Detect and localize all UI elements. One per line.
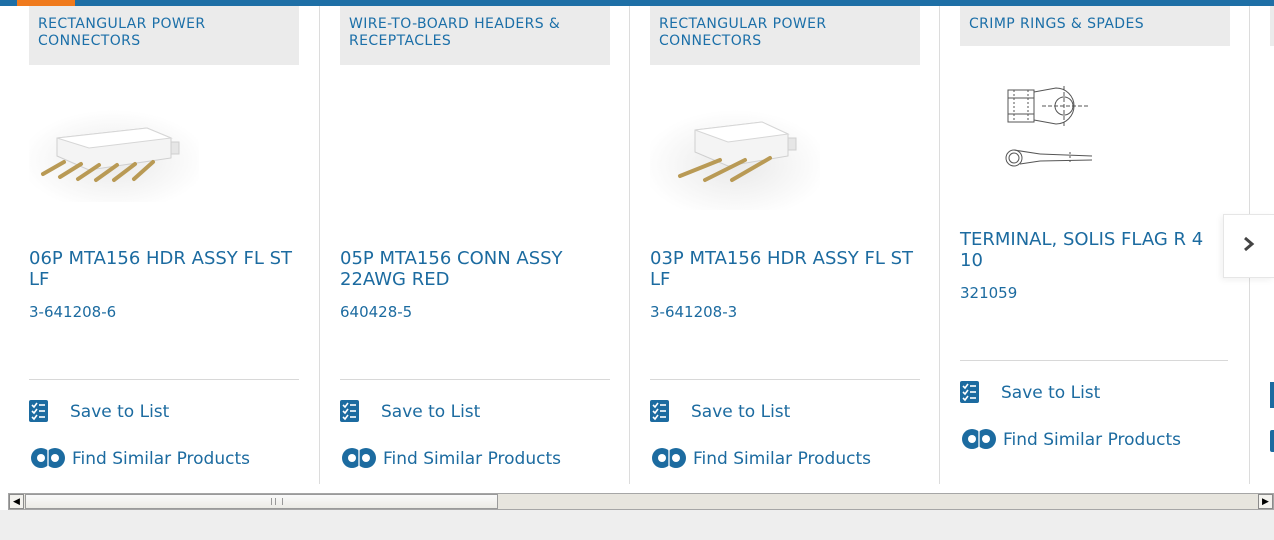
similar-products-icon <box>650 446 690 475</box>
save-to-list-button[interactable]: Save to List <box>340 399 610 425</box>
similar-products-icon <box>1270 430 1274 452</box>
divider-line <box>650 379 920 380</box>
find-similar-button[interactable]: Find Similar Products <box>650 446 920 472</box>
card-divider <box>629 6 630 484</box>
save-to-list-label: Save to List <box>381 402 481 422</box>
find-similar-label: Find Similar Products <box>383 449 561 469</box>
part-number-link[interactable]: 321059 <box>960 284 1017 302</box>
product-card: CRIMP RINGS & SPADES TERMINAL, SOLIS FLA… <box>960 6 1230 484</box>
find-similar-button[interactable]: Find Similar Products <box>29 446 299 472</box>
scroll-left-button[interactable]: ◀ <box>9 494 24 509</box>
status-area <box>0 510 1274 540</box>
divider-line <box>29 379 299 380</box>
product-image[interactable] <box>1000 78 1095 176</box>
find-similar-button[interactable]: Find Similar Products <box>960 427 1230 453</box>
category-label-partial <box>1270 6 1274 46</box>
chevron-right-icon <box>1242 234 1256 259</box>
similar-products-icon <box>960 427 1000 456</box>
product-title-link[interactable]: TERMINAL, SOLIS FLAG R 4 10 <box>960 229 1215 271</box>
find-similar-label: Find Similar Products <box>693 449 871 469</box>
scrollbar-thumb[interactable] <box>25 494 498 509</box>
similar-products-icon <box>340 446 380 475</box>
checklist-icon <box>1270 382 1274 408</box>
product-title-link[interactable]: 03P MTA156 HDR ASSY FL ST LF <box>650 248 920 290</box>
save-to-list-button[interactable]: Save to List <box>29 399 299 425</box>
part-number-link[interactable]: 640428-5 <box>340 303 412 321</box>
checklist-icon <box>960 381 979 408</box>
horizontal-scrollbar[interactable]: ◀ ▶ <box>8 493 1274 510</box>
category-label[interactable]: CRIMP RINGS & SPADES <box>960 6 1230 46</box>
arrow-right-icon: ▶ <box>1262 496 1269 507</box>
similar-products-icon <box>29 446 69 475</box>
product-card: RECTANGULAR POWER CONNECTORS <box>650 6 920 484</box>
divider-line <box>340 379 610 380</box>
find-similar-label: Find Similar Products <box>1003 430 1181 450</box>
card-divider <box>939 6 940 484</box>
grip-icon <box>271 498 283 505</box>
save-to-list-label: Save to List <box>1001 383 1101 403</box>
category-label[interactable]: RECTANGULAR POWER CONNECTORS <box>29 6 299 65</box>
arrow-left-icon: ◀ <box>13 496 20 507</box>
category-label[interactable]: WIRE-TO-BOARD HEADERS & RECEPTACLES <box>340 6 610 65</box>
part-number-link[interactable]: 3-641208-3 <box>650 303 737 321</box>
category-label[interactable]: RECTANGULAR POWER CONNECTORS <box>650 6 920 65</box>
product-title-link[interactable]: 05P MTA156 CONN ASSY 22AWG RED <box>340 248 610 290</box>
checklist-icon <box>650 400 669 427</box>
product-carousel: RECTANGULAR POWER CONNECTORS 06P MTA156 … <box>0 6 1274 484</box>
product-card: WIRE-TO-BOARD HEADERS & RECEPTACLES 05P … <box>340 6 610 484</box>
find-similar-button[interactable]: Find Similar Products <box>340 446 610 472</box>
checklist-icon <box>340 400 359 427</box>
product-card: RECTANGULAR POWER CONNECTORS <box>29 6 299 484</box>
card-divider <box>319 6 320 484</box>
carousel-next-button[interactable] <box>1223 214 1274 278</box>
find-similar-label: Find Similar Products <box>72 449 250 469</box>
product-image[interactable] <box>29 110 199 202</box>
divider-line <box>960 360 1228 361</box>
save-to-list-button[interactable]: Save to List <box>650 399 920 425</box>
save-to-list-label: Save to List <box>70 402 170 422</box>
checklist-icon <box>29 400 48 427</box>
save-to-list-button[interactable]: Save to List <box>960 380 1230 406</box>
product-image[interactable] <box>650 110 820 210</box>
save-to-list-label: Save to List <box>691 402 791 422</box>
scroll-right-button[interactable]: ▶ <box>1258 494 1273 509</box>
part-number-link[interactable]: 3-641208-6 <box>29 303 116 321</box>
product-title-link[interactable]: 06P MTA156 HDR ASSY FL ST LF <box>29 248 299 290</box>
